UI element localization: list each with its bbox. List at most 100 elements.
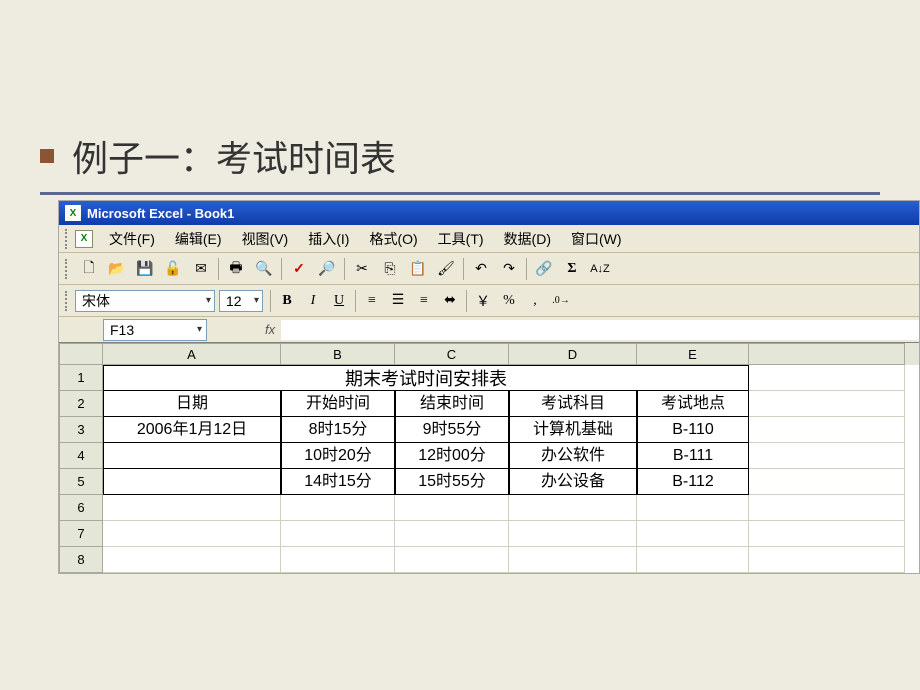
email-icon[interactable]: ✉ [188, 256, 214, 282]
row-header-2[interactable]: 2 [59, 391, 103, 417]
research-icon[interactable]: 🔎 [314, 256, 340, 282]
align-center-icon[interactable]: ☰ [386, 289, 410, 313]
cell[interactable] [749, 547, 905, 573]
toolbar-handle-icon[interactable] [65, 291, 71, 311]
print-preview-icon[interactable]: 🔍 [251, 256, 277, 282]
align-right-icon[interactable]: ≡ [412, 289, 436, 313]
row-header-4[interactable]: 4 [59, 443, 103, 469]
spellcheck-icon[interactable]: ✓ [286, 256, 312, 282]
name-box[interactable]: F13 [103, 319, 207, 341]
col-header-A[interactable]: A [103, 343, 281, 365]
cell[interactable] [637, 547, 749, 573]
cell[interactable]: 12时00分 [395, 443, 509, 469]
autosum-icon[interactable]: Σ [559, 256, 585, 282]
cell[interactable] [281, 547, 395, 573]
underline-button[interactable]: U [327, 289, 351, 313]
cell[interactable] [509, 521, 637, 547]
cell[interactable]: 14时15分 [281, 469, 395, 495]
cell[interactable] [281, 521, 395, 547]
cell[interactable] [103, 547, 281, 573]
cell[interactable] [749, 365, 905, 391]
select-all-corner[interactable] [59, 343, 103, 365]
row-header-8[interactable]: 8 [59, 547, 103, 573]
menu-edit[interactable]: 编辑(E) [165, 227, 232, 251]
col-header-D[interactable]: D [509, 343, 637, 365]
cell[interactable]: B-110 [637, 417, 749, 443]
cell[interactable] [395, 495, 509, 521]
cell[interactable]: 办公设备 [509, 469, 637, 495]
row-header-3[interactable]: 3 [59, 417, 103, 443]
toolbar-handle-icon[interactable] [65, 259, 71, 279]
cell[interactable] [103, 495, 281, 521]
font-size-select[interactable]: 12 [219, 290, 263, 312]
cell[interactable]: 8时15分 [281, 417, 395, 443]
worksheet-grid[interactable]: A B C D E 1 期末考试时间安排表 2 日期 开始时间 结束时间 考试科… [59, 343, 919, 573]
italic-button[interactable]: I [301, 289, 325, 313]
menu-window[interactable]: 窗口(W) [561, 227, 632, 251]
excel-doc-icon[interactable]: X [75, 230, 93, 248]
cell[interactable] [509, 547, 637, 573]
row-header-5[interactable]: 5 [59, 469, 103, 495]
percent-icon[interactable]: % [497, 289, 521, 313]
undo-icon[interactable]: ↶ [468, 256, 494, 282]
cell[interactable]: 办公软件 [509, 443, 637, 469]
menu-data[interactable]: 数据(D) [494, 227, 561, 251]
toolbar-handle-icon[interactable] [65, 229, 71, 249]
open-icon[interactable]: 📂 [104, 256, 130, 282]
cell[interactable]: B-111 [637, 443, 749, 469]
paste-icon[interactable]: 📋 [405, 256, 431, 282]
permission-icon[interactable]: 🔓 [160, 256, 186, 282]
cell[interactable] [395, 521, 509, 547]
cell-header-location[interactable]: 考试地点 [637, 391, 749, 417]
cell[interactable] [509, 495, 637, 521]
cell-header-subject[interactable]: 考试科目 [509, 391, 637, 417]
fx-label[interactable]: fx [265, 322, 275, 337]
cell[interactable] [395, 547, 509, 573]
row-header-6[interactable]: 6 [59, 495, 103, 521]
cell[interactable]: 2006年1月12日 [103, 417, 281, 443]
sort-asc-icon[interactable]: A↓Z [587, 256, 613, 282]
cell[interactable] [103, 443, 281, 469]
font-name-select[interactable]: 宋体 [75, 290, 215, 312]
merge-center-icon[interactable]: ⬌ [438, 289, 462, 313]
cut-icon[interactable]: ✂ [349, 256, 375, 282]
currency-icon[interactable]: ￥ [471, 289, 495, 313]
align-left-icon[interactable]: ≡ [360, 289, 384, 313]
cell[interactable] [749, 391, 905, 417]
cell[interactable] [749, 521, 905, 547]
menu-view[interactable]: 视图(V) [232, 227, 299, 251]
menu-format[interactable]: 格式(O) [359, 227, 427, 251]
cell[interactable]: 15时55分 [395, 469, 509, 495]
cell-header-end[interactable]: 结束时间 [395, 391, 509, 417]
col-header-B[interactable]: B [281, 343, 395, 365]
col-header-F[interactable] [749, 343, 905, 365]
menu-tools[interactable]: 工具(T) [428, 227, 494, 251]
cell[interactable] [749, 495, 905, 521]
cell[interactable] [749, 469, 905, 495]
cell[interactable] [281, 495, 395, 521]
row-header-7[interactable]: 7 [59, 521, 103, 547]
cell[interactable] [637, 495, 749, 521]
cell[interactable]: 9时55分 [395, 417, 509, 443]
copy-icon[interactable]: ⎘ [377, 256, 403, 282]
col-header-E[interactable]: E [637, 343, 749, 365]
save-icon[interactable]: 💾 [132, 256, 158, 282]
format-painter-icon[interactable]: 🖌 [433, 256, 459, 282]
print-icon[interactable]: 🖶 [223, 256, 249, 282]
row-header-1[interactable]: 1 [59, 365, 103, 391]
cell-title[interactable]: 期末考试时间安排表 [103, 365, 749, 391]
cell[interactable]: 计算机基础 [509, 417, 637, 443]
bold-button[interactable]: B [275, 289, 299, 313]
redo-icon[interactable]: ↷ [496, 256, 522, 282]
cell[interactable] [103, 521, 281, 547]
cell[interactable] [103, 469, 281, 495]
comma-icon[interactable]: , [523, 289, 547, 313]
col-header-C[interactable]: C [395, 343, 509, 365]
hyperlink-icon[interactable]: 🔗 [531, 256, 557, 282]
cell[interactable] [637, 521, 749, 547]
cell[interactable] [749, 443, 905, 469]
increase-decimal-icon[interactable]: .0→ [549, 289, 573, 313]
cell[interactable] [749, 417, 905, 443]
menu-file[interactable]: 文件(F) [99, 227, 165, 251]
new-icon[interactable]: 🗋 [76, 256, 102, 282]
